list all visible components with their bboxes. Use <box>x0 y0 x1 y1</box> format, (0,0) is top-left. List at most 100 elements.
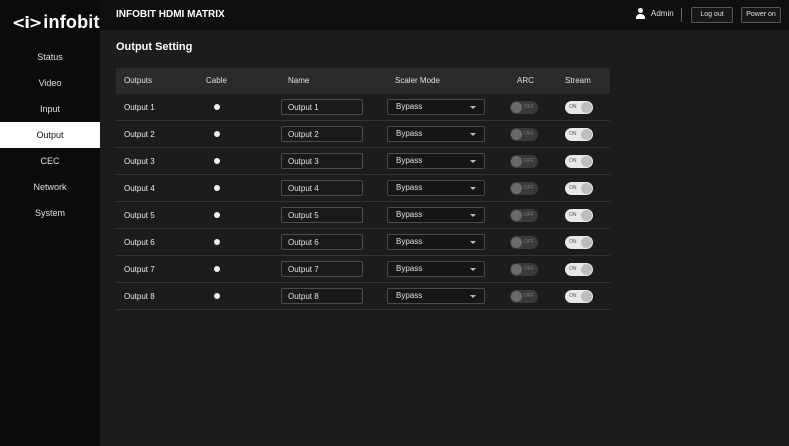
name-cell <box>281 94 363 120</box>
power-on-button[interactable]: Power on <box>741 7 781 23</box>
scaler-cell: Bypass <box>387 283 485 309</box>
scaler-mode-select[interactable]: Bypass <box>387 261 485 277</box>
stream-toggle-knob <box>581 263 592 275</box>
stream-cell: ON <box>565 202 593 228</box>
arc-toggle-knob <box>511 155 522 167</box>
output-label: Output 1 <box>124 102 155 112</box>
sidebar-item-system[interactable]: System <box>0 200 100 226</box>
output-name-input[interactable] <box>281 180 363 196</box>
stream-toggle[interactable]: ON <box>565 127 593 141</box>
arc-toggle[interactable]: OFF <box>510 235 538 249</box>
scaler-mode-select[interactable]: Bypass <box>387 207 485 223</box>
stream-toggle[interactable]: ON <box>565 100 593 114</box>
arc-toggle-knob <box>511 236 522 248</box>
cable-connected-icon <box>214 131 220 137</box>
scaler-mode-select[interactable]: Bypass <box>387 180 485 196</box>
output-label: Output 3 <box>124 156 155 166</box>
stream-toggle-label: ON <box>569 157 577 164</box>
logout-button[interactable]: Log out <box>691 7 733 23</box>
stream-toggle[interactable]: ON <box>565 208 593 222</box>
scaler-mode-select[interactable]: Bypass <box>387 234 485 250</box>
stream-cell: ON <box>565 121 593 147</box>
cable-connected-icon <box>214 212 220 218</box>
stream-toggle-label: ON <box>569 265 577 272</box>
output-name-input[interactable] <box>281 261 363 277</box>
arc-toggle-label: OFF <box>524 130 534 137</box>
stream-toggle[interactable]: ON <box>565 262 593 276</box>
arc-toggle-knob <box>511 290 522 302</box>
scaler-mode-select[interactable]: Bypass <box>387 126 485 142</box>
output-label: Output 4 <box>124 183 155 193</box>
output-name-input[interactable] <box>281 99 363 115</box>
scaler-mode-select[interactable]: Bypass <box>387 288 485 304</box>
arc-toggle-label: OFF <box>524 265 534 272</box>
arc-toggle-knob <box>511 101 522 113</box>
stream-cell: ON <box>565 229 593 255</box>
stream-toggle[interactable]: ON <box>565 181 593 195</box>
scaler-cell: Bypass <box>387 148 485 174</box>
output-name-input[interactable] <box>281 288 363 304</box>
top-bar: INFOBIT HDMI MATRIX Admin Log out Power … <box>100 0 789 30</box>
stream-toggle[interactable]: ON <box>565 289 593 303</box>
stream-cell: ON <box>565 256 593 282</box>
table-row: Output 2 Bypass OFF ON <box>116 121 610 148</box>
sidebar-item-network[interactable]: Network <box>0 174 100 200</box>
sidebar-item-status[interactable]: Status <box>0 44 100 70</box>
stream-toggle-knob <box>581 290 592 302</box>
sidebar-item-output[interactable]: Output <box>0 122 100 148</box>
stream-toggle-knob <box>581 101 592 113</box>
name-cell <box>281 121 363 147</box>
output-label: Output 8 <box>124 291 155 301</box>
stream-cell: ON <box>565 175 593 201</box>
scaler-mode-value: Bypass <box>396 129 423 138</box>
scaler-mode-value: Bypass <box>396 156 423 165</box>
sidebar-item-input[interactable]: Input <box>0 96 100 122</box>
cable-status <box>214 202 220 228</box>
stream-toggle[interactable]: ON <box>565 235 593 249</box>
stream-toggle-label: ON <box>569 130 577 137</box>
arc-toggle-knob <box>511 209 522 221</box>
arc-toggle-label: OFF <box>524 211 534 218</box>
stream-toggle-label: ON <box>569 184 577 191</box>
arc-cell: OFF <box>510 121 538 147</box>
scaler-mode-value: Bypass <box>396 291 423 300</box>
scaler-cell: Bypass <box>387 121 485 147</box>
arc-toggle[interactable]: OFF <box>510 154 538 168</box>
column-header-outputs: Outputs <box>124 76 153 85</box>
stream-toggle-knob <box>581 182 592 194</box>
arc-toggle-knob <box>511 182 522 194</box>
chevron-down-icon <box>470 241 476 244</box>
scaler-mode-select[interactable]: Bypass <box>387 99 485 115</box>
column-header-scaler-mode: Scaler Mode <box>395 76 440 85</box>
chevron-down-icon <box>470 106 476 109</box>
output-name-input[interactable] <box>281 153 363 169</box>
scaler-mode-select[interactable]: Bypass <box>387 153 485 169</box>
output-label: Output 5 <box>124 210 155 220</box>
cable-connected-icon <box>214 104 220 110</box>
scaler-mode-value: Bypass <box>396 237 423 246</box>
arc-toggle[interactable]: OFF <box>510 181 538 195</box>
arc-toggle[interactable]: OFF <box>510 208 538 222</box>
arc-cell: OFF <box>510 229 538 255</box>
output-name-input[interactable] <box>281 234 363 250</box>
arc-toggle-knob <box>511 128 522 140</box>
name-cell <box>281 283 363 309</box>
cable-connected-icon <box>214 158 220 164</box>
username: Admin <box>651 9 674 18</box>
output-name-input[interactable] <box>281 126 363 142</box>
arc-toggle-label: OFF <box>524 292 534 299</box>
name-cell <box>281 202 363 228</box>
stream-toggle-label: ON <box>569 211 577 218</box>
arc-toggle-label: OFF <box>524 238 534 245</box>
output-label: Output 7 <box>124 264 155 274</box>
output-name-input[interactable] <box>281 207 363 223</box>
sidebar-item-cec[interactable]: CEC <box>0 148 100 174</box>
arc-toggle[interactable]: OFF <box>510 127 538 141</box>
sidebar-item-video[interactable]: Video <box>0 70 100 96</box>
cable-status <box>214 229 220 255</box>
arc-toggle[interactable]: OFF <box>510 100 538 114</box>
arc-toggle[interactable]: OFF <box>510 262 538 276</box>
logo-mark: <i> <box>12 12 42 32</box>
arc-toggle[interactable]: OFF <box>510 289 538 303</box>
stream-toggle[interactable]: ON <box>565 154 593 168</box>
